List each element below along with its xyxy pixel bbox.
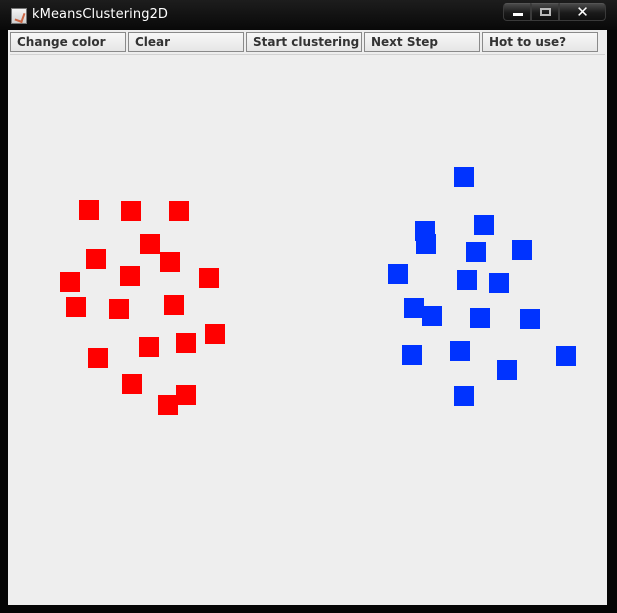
how-to-use-button[interactable]: Hot to use? — [482, 32, 598, 52]
change-color-button[interactable]: Change color — [10, 32, 126, 52]
next-step-button[interactable]: Next Step — [364, 32, 480, 52]
toolbar: Change color Clear Start clustering Next… — [8, 30, 607, 54]
drawing-canvas[interactable] — [10, 54, 605, 604]
maximize-button[interactable] — [531, 3, 559, 21]
clear-button[interactable]: Clear — [128, 32, 244, 52]
close-button[interactable]: ✕ — [559, 3, 606, 21]
app-window: kMeansClustering2D ✕ Change color Clear … — [0, 0, 617, 613]
java-app-icon[interactable] — [11, 8, 27, 24]
start-clustering-button[interactable]: Start clustering — [246, 32, 362, 52]
maximize-icon — [540, 8, 551, 16]
minimize-icon — [513, 13, 523, 16]
title-bar[interactable]: kMeansClustering2D ✕ — [0, 0, 617, 30]
close-icon: ✕ — [576, 3, 589, 21]
minimize-button[interactable] — [503, 3, 531, 21]
window-title: kMeansClustering2D — [32, 7, 169, 22]
content-pane: Change color Clear Start clustering Next… — [8, 30, 607, 605]
